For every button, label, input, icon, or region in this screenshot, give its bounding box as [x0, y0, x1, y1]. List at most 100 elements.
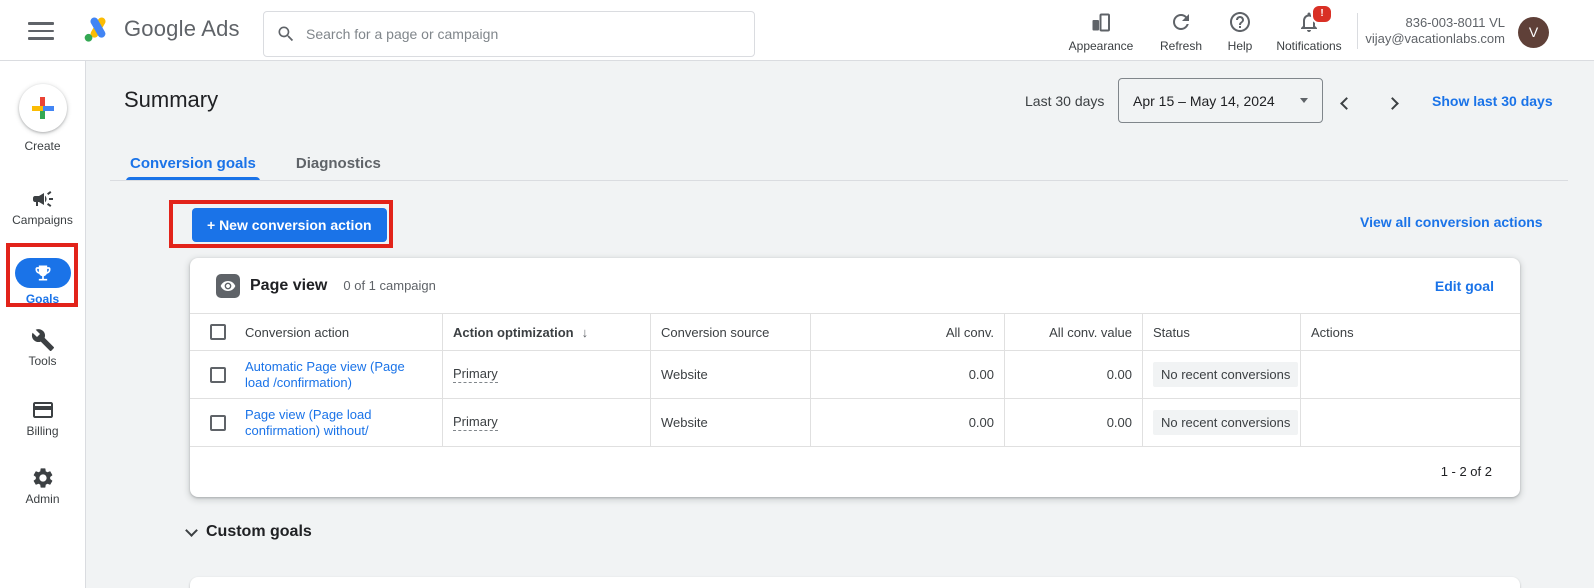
account-email: vijay@vacationlabs.com	[1365, 31, 1505, 47]
tools-icon	[0, 328, 85, 352]
sort-descending-icon: ↓	[582, 325, 589, 340]
account-id: 836-003-8011 VL	[1365, 15, 1505, 31]
sidebar-item-tools[interactable]: Tools	[0, 328, 85, 368]
status-badge: No recent conversions	[1153, 410, 1298, 435]
select-all-checkbox[interactable]	[210, 324, 226, 340]
row-checkbox[interactable]	[210, 367, 226, 383]
chevron-right-icon	[1386, 97, 1399, 110]
all-conv-value: 0.00	[810, 351, 1004, 398]
date-range-value: Apr 15 – May 14, 2024	[1133, 93, 1288, 109]
page-view-icon	[216, 274, 240, 298]
sidebar-item-campaigns[interactable]: Campaigns	[0, 187, 85, 227]
appearance-button[interactable]: Appearance	[1063, 10, 1139, 53]
edit-goal-link[interactable]: Edit goal	[1435, 278, 1494, 294]
bell-icon: !	[1266, 10, 1352, 36]
page-view-goal-card: Page view 0 of 1 campaign Edit goal Conv…	[190, 258, 1520, 497]
admin-label: Admin	[0, 492, 85, 506]
conversion-action-link[interactable]: Page view (Page load confirmation) witho…	[245, 407, 432, 439]
appearance-icon	[1063, 10, 1139, 36]
col-action-optimization[interactable]: Action optimization ↓	[442, 314, 650, 350]
col-actions[interactable]: Actions	[1300, 314, 1520, 350]
notifications-label: Notifications	[1266, 39, 1352, 53]
show-last-30-days-link[interactable]: Show last 30 days	[1432, 93, 1553, 109]
goal-subtitle: 0 of 1 campaign	[343, 278, 436, 293]
gear-icon	[0, 466, 85, 490]
col-conversion-source[interactable]: Conversion source	[650, 314, 810, 350]
search-input[interactable]	[306, 26, 706, 42]
sidebar-item-create[interactable]: Create	[0, 84, 85, 153]
col-status[interactable]: Status	[1142, 314, 1300, 350]
search-icon	[276, 24, 296, 44]
custom-goals-card	[190, 577, 1520, 588]
help-icon	[1217, 10, 1263, 36]
create-label: Create	[0, 139, 85, 153]
search-bar[interactable]	[263, 11, 755, 57]
row-actions-cell	[1300, 351, 1520, 398]
notification-badge: !	[1311, 4, 1333, 24]
row-checkbox[interactable]	[210, 415, 226, 431]
notifications-button[interactable]: ! Notifications	[1266, 10, 1352, 53]
help-button[interactable]: Help	[1217, 10, 1263, 53]
source-value: Website	[650, 351, 810, 398]
brand-name: Google Ads	[124, 16, 240, 42]
tab-diagnostics[interactable]: Diagnostics	[292, 145, 385, 181]
optimization-value[interactable]: Primary	[453, 366, 498, 383]
view-all-conversion-actions-link[interactable]: View all conversion actions	[1360, 214, 1543, 230]
date-range-preset-label: Last 30 days	[1025, 93, 1104, 109]
sidebar-item-admin[interactable]: Admin	[0, 466, 85, 506]
avatar[interactable]: V	[1518, 17, 1549, 48]
google-ads-logo[interactable]: Google Ads	[82, 13, 240, 45]
source-value: Website	[650, 399, 810, 446]
main-content: Summary Last 30 days Apr 15 – May 14, 20…	[86, 61, 1594, 588]
row-actions-cell	[1300, 399, 1520, 446]
date-prev-button[interactable]	[1342, 96, 1351, 111]
refresh-icon	[1149, 10, 1213, 36]
chevron-left-icon	[1340, 97, 1353, 110]
page-title: Summary	[124, 87, 218, 113]
campaigns-label: Campaigns	[0, 213, 85, 227]
goal-title: Page view	[250, 277, 327, 295]
col-all-conv-value[interactable]: All conv. value	[1004, 314, 1142, 350]
trophy-icon	[33, 263, 53, 283]
tools-label: Tools	[0, 354, 85, 368]
google-ads-logo-icon	[82, 13, 114, 45]
refresh-label: Refresh	[1149, 39, 1213, 53]
all-conv-value-value: 0.00	[1004, 351, 1142, 398]
topbar: Google Ads Appearance Refresh Help !	[0, 0, 1594, 61]
topbar-divider	[1357, 13, 1358, 49]
conversion-action-link[interactable]: Automatic Page view (Page load /confirma…	[245, 359, 432, 391]
col-all-conv[interactable]: All conv.	[810, 314, 1004, 350]
refresh-button[interactable]: Refresh	[1149, 10, 1213, 53]
tab-bar: Conversion goals Diagnostics	[126, 145, 385, 181]
sidebar-item-goals[interactable]: Goals	[0, 258, 85, 306]
status-badge: No recent conversions	[1153, 362, 1298, 387]
custom-goals-label: Custom goals	[206, 523, 312, 541]
chevron-down-icon	[1300, 98, 1308, 103]
chevron-down-icon	[185, 524, 198, 537]
help-label: Help	[1217, 39, 1263, 53]
col-conversion-action[interactable]: Conversion action	[245, 314, 442, 350]
table-header-row: Conversion action Action optimization ↓ …	[190, 313, 1520, 351]
date-range-select[interactable]: Apr 15 – May 14, 2024	[1118, 78, 1323, 123]
table-row: Page view (Page load confirmation) witho…	[190, 399, 1520, 447]
custom-goals-toggle[interactable]: Custom goals	[187, 523, 312, 541]
campaigns-icon	[0, 187, 85, 211]
sidebar: Create Campaigns Goals Tools Billing Adm…	[0, 61, 86, 588]
table-pagination: 1 - 2 of 2	[190, 447, 1520, 496]
tabs-divider	[110, 180, 1568, 181]
date-next-button[interactable]	[1388, 96, 1397, 111]
table-row: Automatic Page view (Page load /confirma…	[190, 351, 1520, 399]
main-menu-icon[interactable]	[28, 22, 54, 40]
billing-label: Billing	[0, 424, 85, 438]
goals-label: Goals	[0, 292, 85, 306]
create-plus-icon	[19, 84, 67, 132]
account-info[interactable]: 836-003-8011 VL vijay@vacationlabs.com	[1365, 15, 1505, 47]
goal-card-header: Page view 0 of 1 campaign Edit goal	[190, 258, 1520, 313]
sidebar-item-billing[interactable]: Billing	[0, 398, 85, 438]
goals-pill	[15, 258, 71, 288]
tab-conversion-goals[interactable]: Conversion goals	[126, 145, 260, 181]
all-conv-value-value: 0.00	[1004, 399, 1142, 446]
optimization-value[interactable]: Primary	[453, 414, 498, 431]
all-conv-value: 0.00	[810, 399, 1004, 446]
new-conversion-action-button[interactable]: + New conversion action	[192, 208, 387, 242]
